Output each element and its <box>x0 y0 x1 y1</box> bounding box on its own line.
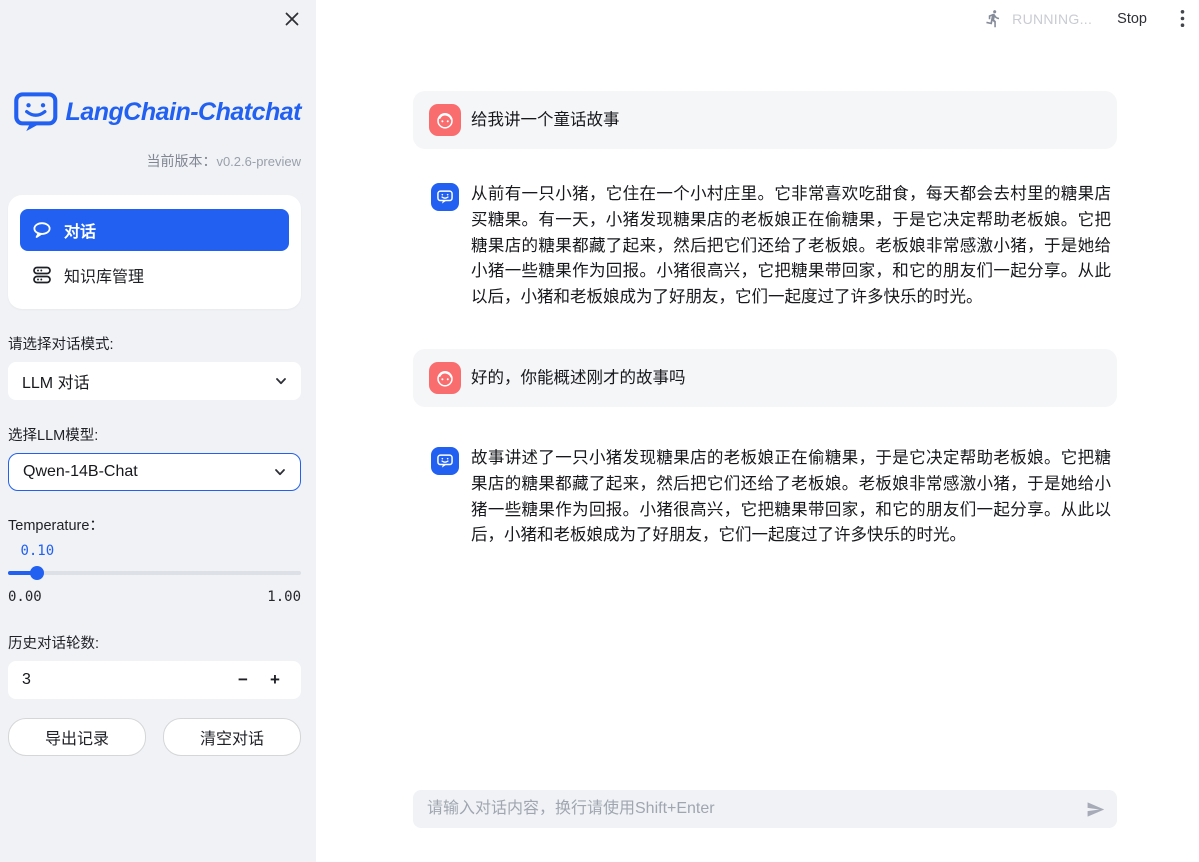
llm-model-select[interactable]: Qwen-14B-Chat <box>8 453 301 491</box>
sidebar-close-button[interactable] <box>282 9 302 29</box>
slider-min: 0.00 <box>8 589 42 605</box>
history-rounds-input[interactable]: 3 − + <box>8 661 301 699</box>
main-menu-button[interactable] <box>1178 7 1187 30</box>
user-message: 给我讲一个童话故事 <box>413 91 1117 149</box>
main-area: RUNNING... Stop 给我讲一个童话故事 <box>316 0 1199 862</box>
message-text: 给我讲一个童话故事 <box>471 109 620 131</box>
message-text: 故事讲述了一只小猪发现糖果店的老板娘正在偷糖果，于是它决定帮助老板娘。它把糖果店… <box>471 446 1111 549</box>
assistant-message: 从前有一只小猪，它住在一个小村庄里。它非常喜欢吃甜食，每天都会去村里的糖果店买糖… <box>413 182 1117 311</box>
clear-dialogue-button[interactable]: 清空对话 <box>163 718 301 756</box>
user-message: 好的，你能概述刚才的故事吗 <box>413 349 1117 407</box>
version-value: v0.2.6-preview <box>216 154 301 169</box>
user-avatar-icon <box>429 104 461 136</box>
sidebar-item-knowledge-base[interactable]: 知识库管理 <box>20 255 289 295</box>
llm-model-value: Qwen-14B-Chat <box>23 463 138 481</box>
history-rounds-value: 3 <box>22 671 227 689</box>
slider-range: 0.00 1.00 <box>8 589 301 605</box>
slider-max: 1.00 <box>267 589 301 605</box>
sidebar-item-label: 知识库管理 <box>64 263 144 287</box>
chat-input-container <box>413 790 1117 828</box>
logo-icon <box>14 92 58 133</box>
chat-input[interactable] <box>413 790 1082 828</box>
sidebar-item-label: 对话 <box>64 218 96 242</box>
decrement-button[interactable]: − <box>227 664 259 696</box>
kebab-menu-icon <box>1180 9 1185 28</box>
temperature-value: 0.10 <box>8 543 301 559</box>
assistant-avatar-icon <box>431 183 459 211</box>
llm-model-label: 选择LLM模型: <box>8 424 301 445</box>
history-rounds-label: 历史对话轮数: <box>8 632 301 653</box>
sidebar-item-dialogue[interactable]: 对话 <box>20 209 289 251</box>
stop-button[interactable]: Stop <box>1111 10 1153 28</box>
chat-bubble-icon <box>32 220 52 240</box>
send-icon <box>1086 800 1105 819</box>
dialog-mode-select[interactable]: LLM 对话 <box>8 362 301 400</box>
dialog-mode-label: 请选择对话模式: <box>8 333 301 354</box>
send-button[interactable] <box>1082 800 1117 819</box>
chat-history: 给我讲一个童话故事 从前有一只小猪，它住在一个小村庄里。它非常喜欢吃甜食，每天都… <box>413 0 1117 549</box>
dialog-mode-value: LLM 对话 <box>22 369 90 393</box>
nav-menu: 对话 知识库管理 <box>8 195 301 309</box>
message-text: 好的，你能概述刚才的故事吗 <box>471 367 686 389</box>
knowledge-base-icon <box>32 265 52 285</box>
version-info: 当前版本：v0.2.6-preview <box>8 151 301 171</box>
app-title: LangChain-Chatchat <box>66 98 301 127</box>
message-text: 从前有一只小猪，它住在一个小村庄里。它非常喜欢吃甜食，每天都会去村里的糖果店买糖… <box>471 182 1111 311</box>
temperature-label: Temperature： <box>8 514 301 535</box>
increment-button[interactable]: + <box>259 664 291 696</box>
assistant-message: 故事讲述了一只小猪发现糖果店的老板娘正在偷糖果，于是它决定帮助老板娘。它把糖果店… <box>413 446 1117 549</box>
temperature-slider[interactable] <box>8 565 301 581</box>
close-icon <box>283 10 301 28</box>
chevron-down-icon <box>273 373 289 389</box>
slider-track[interactable] <box>8 571 301 575</box>
chevron-down-icon <box>272 464 288 480</box>
slider-thumb[interactable] <box>30 566 44 580</box>
assistant-avatar-icon <box>431 447 459 475</box>
export-records-button[interactable]: 导出记录 <box>8 718 146 756</box>
app-logo: LangChain-Chatchat <box>14 92 301 133</box>
sidebar: LangChain-Chatchat 当前版本：v0.2.6-preview 对… <box>0 0 316 862</box>
user-avatar-icon <box>429 362 461 394</box>
version-label: 当前版本： <box>146 153 216 169</box>
